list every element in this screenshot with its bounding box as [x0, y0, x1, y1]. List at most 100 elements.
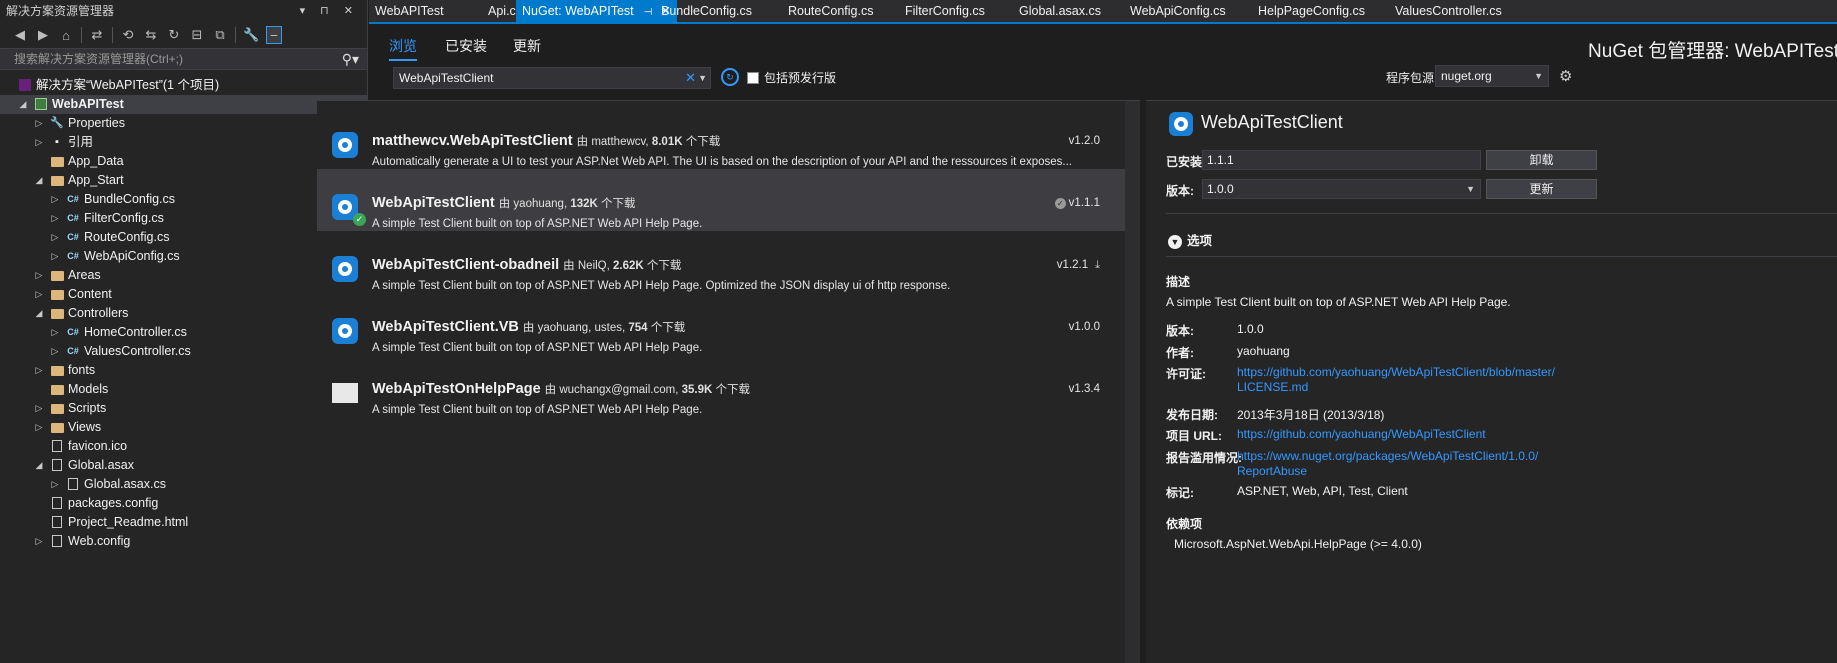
gear-icon[interactable]: ⚙ — [1559, 67, 1572, 85]
collapse-arrow-icon[interactable]: ◢ — [34, 304, 44, 323]
collapse-all-icon[interactable]: ⊟ — [189, 27, 205, 43]
expand-arrow-icon[interactable]: ▷ — [50, 228, 60, 247]
package-search-input[interactable]: WebApiTestClient ✕ ▼ — [393, 67, 711, 89]
chevron-down-icon[interactable]: ▼ — [698, 68, 707, 88]
collapse-arrow-icon[interactable]: ◢ — [34, 456, 44, 475]
document-tab[interactable]: Global.asax.cs — [1013, 0, 1107, 22]
window-controls[interactable]: ▾ ⊓ ✕ — [300, 0, 359, 22]
expand-arrow-icon[interactable]: ▷ — [50, 247, 60, 266]
pin-icon[interactable]: ⊣ — [644, 7, 653, 18]
tree-node[interactable]: ▷ Content — [0, 285, 367, 304]
tree-node[interactable]: ▷ fonts — [0, 361, 367, 380]
tree-node[interactable]: ▷ Scripts — [0, 399, 367, 418]
document-tab[interactable]: BundleConfig.cs — [655, 0, 758, 22]
switch-views-icon[interactable]: ⇄ — [89, 27, 105, 43]
tab-updates[interactable]: 更新 — [513, 36, 541, 56]
metadata-link[interactable]: https://github.com/yaohuang/WebApiTestCl… — [1237, 427, 1486, 441]
update-button[interactable]: 更新 — [1486, 179, 1597, 199]
include-prerelease-checkbox[interactable]: 包括预发行版 — [747, 69, 836, 86]
tree-node[interactable]: ◢ WebAPITest — [0, 95, 367, 114]
refresh-icon[interactable]: ↻ — [166, 27, 182, 43]
package-download-suffix: 个下载 — [643, 260, 682, 272]
tree-node[interactable]: ▷ C# RouteConfig.cs — [0, 228, 367, 247]
tree-node[interactable]: ▷ Global.asax.cs — [0, 475, 367, 494]
preview-selected-icon[interactable]: ⎯ — [266, 26, 282, 44]
document-tab[interactable]: FilterConfig.cs — [899, 0, 991, 22]
document-tab[interactable]: WebApiConfig.cs — [1124, 0, 1232, 22]
clear-search-icon[interactable]: ✕ — [685, 68, 696, 88]
expand-arrow-icon[interactable]: ▷ — [34, 114, 44, 133]
document-tab[interactable]: RouteConfig.cs — [782, 0, 879, 22]
history-icon[interactable]: ⟲ — [120, 27, 136, 43]
tree-node-label: packages.config — [68, 496, 159, 510]
checkbox-box[interactable] — [747, 72, 759, 84]
package-list-item[interactable]: ✓ WebApiTestClient 由 yaohuang, 132K 个下载 A s… — [317, 169, 1125, 231]
expand-arrow-icon[interactable]: ▷ — [50, 475, 60, 494]
tree-node[interactable]: ▷ C# FilterConfig.cs — [0, 209, 367, 228]
metadata-link-continued[interactable]: LICENSE.md — [1237, 380, 1308, 394]
expand-arrow-icon[interactable]: ▷ — [34, 532, 44, 551]
expand-arrow-icon[interactable]: ▷ — [50, 190, 60, 209]
package-source-select[interactable]: nuget.org ▼ — [1435, 65, 1549, 87]
tree-node[interactable]: Models — [0, 380, 367, 399]
metadata-link-continued[interactable]: ReportAbuse — [1237, 464, 1307, 478]
tree-node[interactable]: ◢ Controllers — [0, 304, 367, 323]
options-expander[interactable]: ▼ 选项 — [1168, 230, 1212, 249]
tree-node[interactable]: ◢ Global.asax — [0, 456, 367, 475]
tree-node[interactable]: favicon.ico — [0, 437, 367, 456]
expand-arrow-icon[interactable]: ▷ — [50, 323, 60, 342]
expand-arrow-icon[interactable]: ▷ — [34, 266, 44, 285]
refresh-icon[interactable]: ↻ — [721, 68, 739, 86]
tree-node[interactable]: ▷ Views — [0, 418, 367, 437]
document-tab[interactable]: HelpPageConfig.cs — [1252, 0, 1371, 22]
expand-arrow-icon[interactable]: ▷ — [34, 399, 44, 418]
expand-arrow-icon[interactable]: ▷ — [50, 342, 60, 361]
solution-search-input[interactable]: 搜索解决方案资源管理器(Ctrl+;) ⚲▾ — [0, 48, 367, 70]
tree-node[interactable]: ▷ ▪ 引用 — [0, 133, 367, 152]
package-list-scrollbar[interactable] — [1125, 101, 1140, 663]
tree-node[interactable]: ▷ Areas — [0, 266, 367, 285]
tree-node[interactable]: ▷ C# BundleConfig.cs — [0, 190, 367, 209]
tree-node[interactable]: ▷ C# HomeController.cs — [0, 323, 367, 342]
package-list-item[interactable]: WebApiTestClient-obadneil 由 NeilQ, 2.62K … — [317, 231, 1125, 293]
download-icon[interactable]: ⤓ — [1095, 259, 1100, 271]
document-tab[interactable]: ValuesController.cs — [1389, 0, 1508, 22]
package-list-item[interactable]: matthewcv.WebApiTestClient 由 matthewcv, 8… — [317, 107, 1125, 169]
collapse-arrow-icon[interactable]: ◢ — [18, 95, 28, 114]
expand-arrow-icon[interactable]: ▷ — [34, 133, 44, 152]
tree-node[interactable]: ▷ 🔧 Properties — [0, 114, 367, 133]
metadata-link[interactable]: https://www.nuget.org/packages/WebApiTes… — [1237, 449, 1538, 463]
tree-node[interactable]: ▷ C# WebApiConfig.cs — [0, 247, 367, 266]
collapse-arrow-icon[interactable]: ◢ — [34, 171, 44, 190]
version-select[interactable]: 1.0.0 ▼ — [1202, 179, 1481, 199]
document-tab[interactable]: NuGet: WebAPITest ⊣ ✕ — [516, 0, 677, 22]
show-all-files-icon[interactable]: ⧉ — [212, 27, 228, 43]
properties-icon[interactable]: 🔧 — [243, 27, 259, 43]
expand-arrow-icon[interactable]: ▷ — [34, 361, 44, 380]
tree-node[interactable]: ▷ Web.config — [0, 532, 367, 551]
folder-icon — [50, 418, 64, 437]
expand-arrow-icon[interactable]: ▷ — [34, 285, 44, 304]
forward-icon[interactable]: ▶ — [35, 27, 51, 43]
home-icon[interactable]: ⌂ — [58, 28, 74, 43]
tree-node[interactable]: 解决方案“WebAPITest”(1 个项目) — [0, 76, 367, 95]
tree-node[interactable]: ◢ App_Start — [0, 171, 367, 190]
tab-installed[interactable]: 已安装 — [445, 36, 487, 56]
tree-node[interactable]: Project_Readme.html — [0, 513, 367, 532]
back-icon[interactable]: ◀ — [12, 27, 28, 43]
search-icon[interactable]: ⚲▾ — [342, 49, 359, 69]
installed-icon: ✓ — [1054, 198, 1066, 209]
tree-node[interactable]: ▷ C# ValuesController.cs — [0, 342, 367, 361]
metadata-link[interactable]: https://github.com/yaohuang/WebApiTestCl… — [1237, 365, 1555, 379]
tree-node[interactable]: packages.config — [0, 494, 367, 513]
package-list-item[interactable]: WebApiTestOnHelpPage 由 wuchangx@gmail.com… — [317, 355, 1125, 417]
tab-browse[interactable]: 浏览 — [389, 36, 417, 61]
uninstall-button[interactable]: 卸载 — [1486, 150, 1597, 170]
expand-arrow-icon[interactable]: ▷ — [34, 418, 44, 437]
package-version-label: v1.0.0 — [1068, 321, 1100, 333]
expand-arrow-icon[interactable]: ▷ — [50, 209, 60, 228]
package-list-item[interactable]: WebApiTestClient.VB 由 yaohuang, ustes, 75… — [317, 293, 1125, 355]
sync-icon[interactable]: ⇆ — [143, 27, 159, 43]
tree-node[interactable]: App_Data — [0, 152, 367, 171]
document-tab[interactable]: WebAPITest — [369, 0, 450, 22]
